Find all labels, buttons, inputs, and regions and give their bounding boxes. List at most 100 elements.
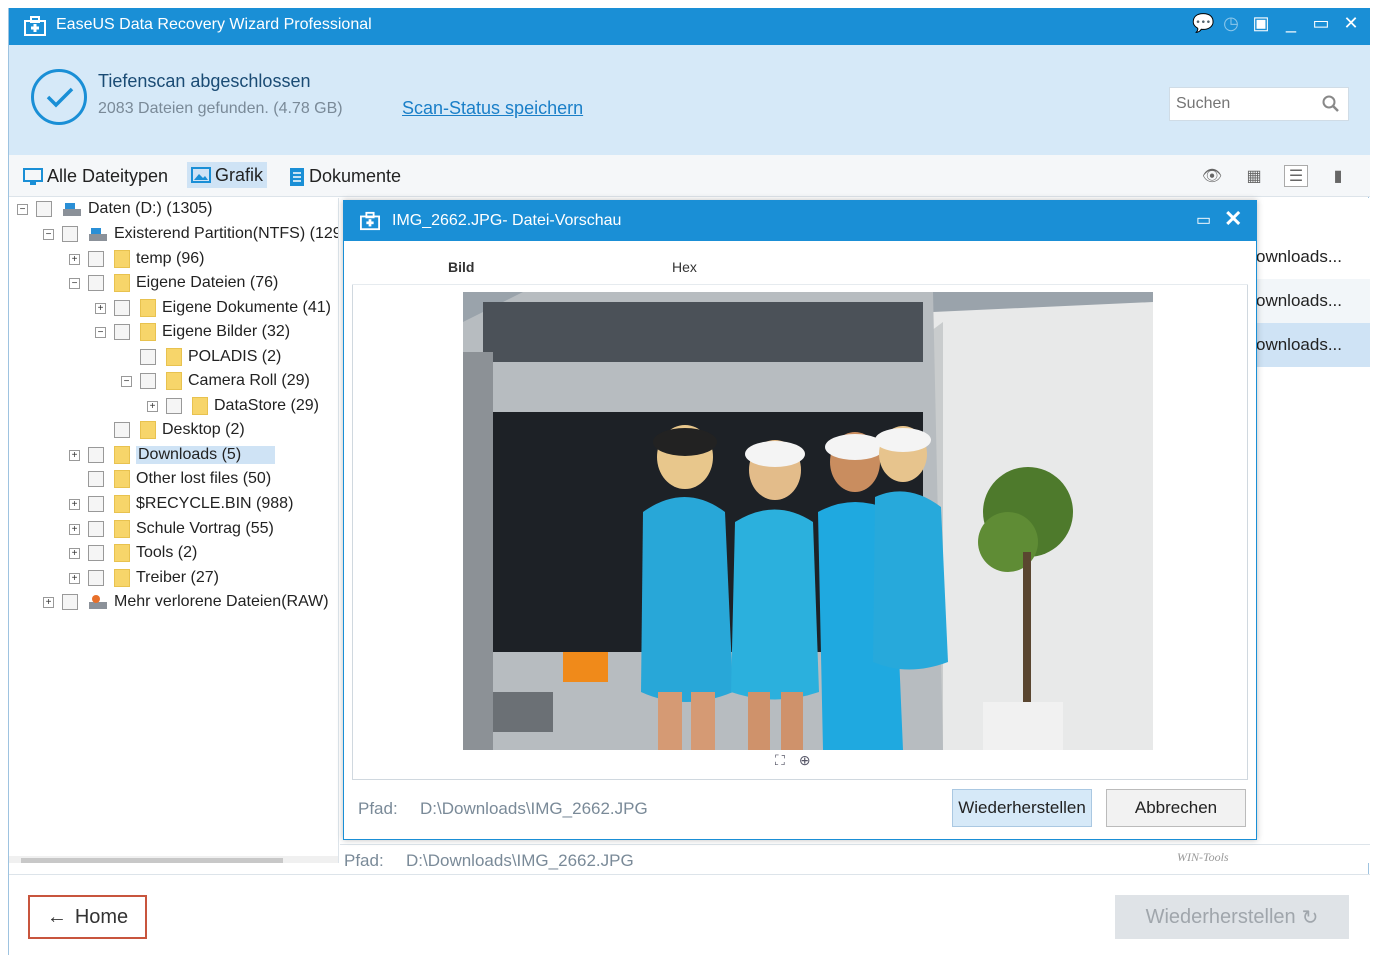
home-button[interactable]: ← Home bbox=[28, 895, 147, 939]
chat-icon[interactable]: 💬 bbox=[1192, 13, 1214, 34]
tree-node[interactable]: + Schule Vortrag (55) bbox=[69, 518, 274, 540]
recover-button[interactable]: Wiederherstellen ↻ bbox=[1115, 895, 1349, 939]
collapse-icon[interactable]: − bbox=[121, 375, 132, 387]
checkbox[interactable] bbox=[88, 447, 104, 463]
search-box[interactable] bbox=[1169, 87, 1349, 121]
tree-node[interactable]: Desktop (2) bbox=[95, 419, 245, 441]
fit-to-window-icon[interactable]: ⛶ bbox=[775, 752, 785, 769]
save-scan-link[interactable]: Scan-Status speichern bbox=[402, 98, 583, 119]
watermark: WIN-Tools bbox=[1177, 850, 1229, 864]
checkbox[interactable] bbox=[88, 545, 104, 561]
tree-node[interactable]: + DataStore (29) bbox=[147, 395, 319, 417]
checkbox[interactable] bbox=[114, 300, 130, 316]
tree-node[interactable]: + Downloads (5) bbox=[69, 444, 276, 466]
close-icon[interactable]: ✕ bbox=[1342, 13, 1360, 34]
folder-icon bbox=[114, 520, 130, 538]
checkbox[interactable] bbox=[36, 201, 52, 217]
scan-status-panel: Tiefenscan abgeschlossen 2083 Dateien ge… bbox=[9, 45, 1370, 155]
expand-icon[interactable]: + bbox=[69, 253, 80, 265]
checkbox[interactable] bbox=[62, 226, 78, 242]
tree-horizontal-scrollbar[interactable] bbox=[9, 856, 338, 863]
scan-complete-icon bbox=[31, 69, 87, 125]
scrollbar-thumb[interactable] bbox=[21, 858, 283, 863]
expand-icon[interactable]: + bbox=[95, 302, 106, 314]
tree-node[interactable]: − Eigene Dateien (76) bbox=[69, 272, 278, 294]
filter-label: Dokumente bbox=[309, 166, 402, 186]
tree-node[interactable]: − Eigene Bilder (32) bbox=[95, 321, 290, 343]
list-item[interactable]: ownloads... bbox=[1250, 279, 1370, 323]
expand-icon[interactable]: + bbox=[69, 449, 80, 461]
expand-icon[interactable]: + bbox=[69, 498, 80, 510]
expand-icon[interactable]: + bbox=[147, 400, 158, 412]
recover-label: Wiederherstellen bbox=[1145, 905, 1296, 928]
monitor-icon bbox=[23, 167, 43, 185]
list-item[interactable]: ownloads... bbox=[1250, 235, 1370, 279]
tree-node[interactable]: POLADIS (2) bbox=[121, 346, 281, 368]
history-icon[interactable]: ◷ bbox=[1222, 13, 1240, 34]
search-input[interactable] bbox=[1176, 94, 1316, 114]
tab-image[interactable]: Bild bbox=[448, 259, 474, 275]
tree-node[interactable]: + Tools (2) bbox=[69, 542, 197, 564]
checkbox[interactable] bbox=[88, 521, 104, 537]
tree-node[interactable]: + Eigene Dokumente (41) bbox=[95, 297, 331, 319]
checkbox[interactable] bbox=[140, 349, 156, 365]
scan-status-headline: Tiefenscan abgeschlossen bbox=[98, 71, 311, 91]
minimize-icon[interactable]: _ bbox=[1282, 13, 1300, 34]
settings-icon[interactable]: ▣ bbox=[1252, 13, 1270, 34]
expand-icon[interactable]: + bbox=[69, 547, 80, 559]
expand-icon[interactable]: + bbox=[69, 523, 80, 535]
maximize-icon[interactable]: ▭ bbox=[1196, 210, 1211, 230]
folder-icon bbox=[166, 348, 182, 366]
restore-button[interactable]: Wiederherstellen bbox=[952, 789, 1092, 827]
close-icon[interactable]: ✕ bbox=[1224, 206, 1242, 232]
detail-view-icon[interactable]: ▮ bbox=[1326, 165, 1350, 187]
checkbox[interactable] bbox=[88, 275, 104, 291]
tree-node[interactable]: − Daten (D:) (1305) bbox=[17, 198, 213, 220]
expand-icon[interactable]: + bbox=[43, 596, 54, 608]
grid-view-icon[interactable]: ▦ bbox=[1242, 165, 1266, 187]
drive-icon bbox=[63, 203, 81, 216]
app-logo-icon bbox=[360, 211, 380, 231]
tree-node[interactable]: + temp (96) bbox=[69, 248, 204, 270]
maximize-icon[interactable]: ▭ bbox=[1312, 13, 1330, 34]
tree-node[interactable]: + $RECYCLE.BIN (988) bbox=[69, 493, 293, 515]
tree-node[interactable]: − Existerend Partition(NTFS) (129 bbox=[43, 223, 338, 245]
filter-documents[interactable]: Dokumente bbox=[289, 166, 401, 187]
tree-node[interactable]: Other lost files (50) bbox=[69, 468, 271, 490]
checkbox[interactable] bbox=[88, 251, 104, 267]
collapse-icon[interactable]: − bbox=[43, 228, 54, 240]
actual-size-icon[interactable]: ⊕ bbox=[799, 752, 811, 769]
checkbox[interactable] bbox=[166, 398, 182, 414]
collapse-icon[interactable]: − bbox=[17, 203, 28, 215]
folder-icon bbox=[140, 323, 156, 341]
tab-hex[interactable]: Hex bbox=[672, 259, 697, 275]
preview-tabs: Bild Hex bbox=[352, 249, 1248, 285]
folder-icon bbox=[166, 372, 182, 390]
preview-eye-icon[interactable]: 👁 bbox=[1200, 165, 1224, 187]
checkbox[interactable] bbox=[114, 324, 130, 340]
folder-icon bbox=[140, 299, 156, 317]
tree-node[interactable]: + Treiber (27) bbox=[69, 567, 219, 589]
filter-graphics[interactable]: Grafik bbox=[187, 162, 268, 188]
cancel-button[interactable]: Abbrechen bbox=[1106, 789, 1246, 827]
tree-node[interactable]: − Camera Roll (29) bbox=[121, 370, 310, 392]
list-item[interactable]: ownloads... bbox=[1250, 323, 1370, 367]
checkbox[interactable] bbox=[114, 422, 130, 438]
checkbox[interactable] bbox=[88, 471, 104, 487]
folder-icon bbox=[114, 274, 130, 292]
folder-icon bbox=[114, 569, 130, 587]
collapse-icon[interactable]: − bbox=[95, 326, 106, 338]
tree-node[interactable]: + Mehr verlorene Dateien(RAW) bbox=[43, 591, 329, 613]
collapse-icon[interactable]: − bbox=[69, 277, 80, 289]
expand-icon[interactable]: + bbox=[69, 572, 80, 584]
dialog-footer: Pfad: D:\Downloads\IMG_2662.JPG Wiederhe… bbox=[344, 789, 1256, 839]
checkbox[interactable] bbox=[62, 594, 78, 610]
list-view-icon[interactable]: ☰ bbox=[1284, 165, 1308, 187]
checkbox[interactable] bbox=[88, 570, 104, 586]
checkbox[interactable] bbox=[88, 496, 104, 512]
document-icon bbox=[290, 167, 304, 186]
search-icon[interactable] bbox=[1322, 95, 1340, 113]
path-label: Pfad: bbox=[358, 799, 398, 818]
checkbox[interactable] bbox=[140, 373, 156, 389]
filter-all-types[interactable]: Alle Dateitypen bbox=[23, 166, 168, 187]
